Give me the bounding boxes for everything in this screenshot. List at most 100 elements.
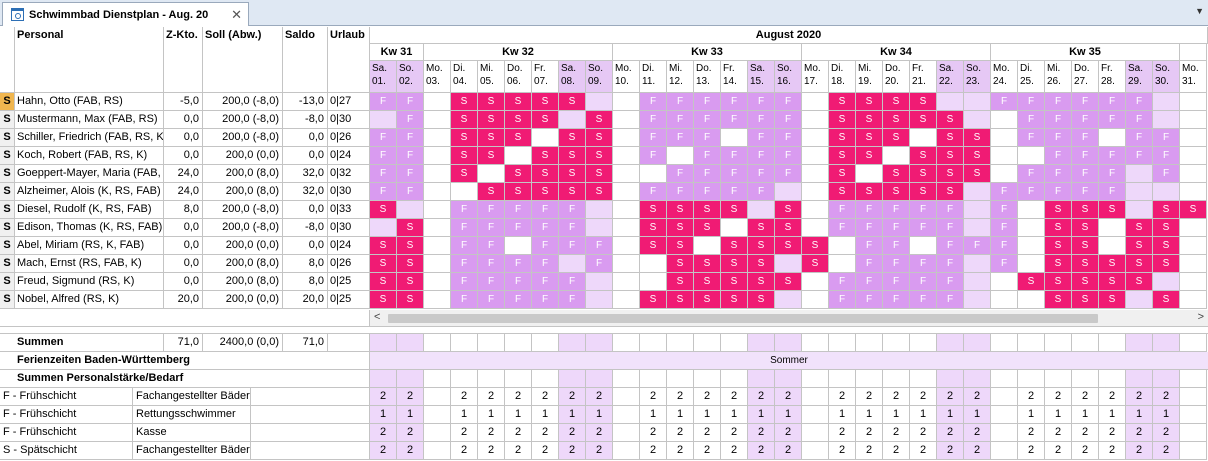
shift-cell[interactable]: F — [991, 183, 1018, 201]
shift-cell[interactable]: S — [532, 147, 559, 165]
shift-cell[interactable]: S — [451, 93, 478, 111]
header-saldo[interactable]: Saldo — [283, 27, 328, 93]
day-header[interactable]: Mi. 12. — [667, 61, 694, 93]
shift-cell[interactable] — [775, 255, 802, 273]
shift-cell[interactable]: S — [856, 147, 883, 165]
shift-cell[interactable]: S — [478, 183, 505, 201]
shift-cell[interactable]: S — [937, 147, 964, 165]
shift-cell[interactable]: S — [964, 147, 991, 165]
row-badge[interactable]: S — [0, 255, 15, 273]
shift-cell[interactable] — [1180, 273, 1207, 291]
employee-row[interactable]: S Hahn, Otto (FAB, RS) -5,0 200,0 (-8,0) -13… — [0, 93, 1208, 111]
shift-cell[interactable]: F — [1099, 165, 1126, 183]
shift-cell[interactable]: S — [478, 129, 505, 147]
employee-row[interactable]: S Koch, Robert (FAB, RS, K) 0,0 200,0 (0,0)… — [0, 147, 1208, 165]
shift-cell[interactable]: S — [937, 165, 964, 183]
row-badge[interactable]: S — [0, 237, 15, 255]
shift-cell[interactable]: S — [694, 255, 721, 273]
shift-cell[interactable] — [559, 255, 586, 273]
shift-cell[interactable] — [1018, 147, 1045, 165]
shift-cell[interactable]: F — [451, 291, 478, 309]
shift-cell[interactable]: S — [1153, 255, 1180, 273]
shift-cell[interactable]: F — [1045, 165, 1072, 183]
shift-cell[interactable]: S — [505, 183, 532, 201]
shift-cell[interactable]: S — [1153, 291, 1180, 309]
shift-cell[interactable]: S — [937, 129, 964, 147]
shift-cell[interactable]: S — [1153, 219, 1180, 237]
shift-cell[interactable]: S — [829, 93, 856, 111]
shift-cell[interactable] — [424, 273, 451, 291]
shift-cell[interactable]: S — [694, 219, 721, 237]
shift-cell[interactable]: S — [640, 201, 667, 219]
shift-cell[interactable]: S — [856, 129, 883, 147]
shift-cell[interactable]: F — [748, 165, 775, 183]
shift-cell[interactable] — [883, 147, 910, 165]
shift-cell[interactable]: F — [856, 255, 883, 273]
shift-cell[interactable]: S — [721, 255, 748, 273]
shift-cell[interactable] — [613, 129, 640, 147]
shift-cell[interactable]: F — [1153, 147, 1180, 165]
shift-cell[interactable]: S — [532, 93, 559, 111]
shift-cell[interactable]: S — [829, 129, 856, 147]
shift-cell[interactable] — [856, 165, 883, 183]
shift-cell[interactable] — [1126, 165, 1153, 183]
shift-cell[interactable]: S — [532, 183, 559, 201]
shift-cell[interactable] — [694, 237, 721, 255]
shift-cell[interactable]: S — [1072, 273, 1099, 291]
shift-cell[interactable]: S — [1045, 291, 1072, 309]
shift-cell[interactable]: F — [748, 147, 775, 165]
shift-cell[interactable] — [613, 165, 640, 183]
shift-cell[interactable]: S — [1099, 255, 1126, 273]
shift-cell[interactable] — [424, 147, 451, 165]
shift-cell[interactable]: F — [559, 201, 586, 219]
shift-cell[interactable]: F — [451, 237, 478, 255]
shift-cell[interactable]: F — [397, 129, 424, 147]
shift-cell[interactable] — [802, 129, 829, 147]
shift-cell[interactable] — [505, 237, 532, 255]
shift-cell[interactable]: F — [532, 219, 559, 237]
shift-cell[interactable]: S — [748, 237, 775, 255]
shift-cell[interactable]: F — [883, 291, 910, 309]
shift-cell[interactable]: S — [802, 255, 829, 273]
shift-cell[interactable]: F — [694, 165, 721, 183]
shift-cell[interactable]: F — [370, 165, 397, 183]
row-badge[interactable]: S — [0, 111, 15, 129]
shift-cell[interactable] — [667, 147, 694, 165]
day-header[interactable]: Sa. 22. — [937, 61, 964, 93]
employee-row[interactable]: S Alzheimer, Alois (K, RS, FAB) 24,0 200,0 … — [0, 183, 1208, 201]
shift-cell[interactable] — [1180, 291, 1207, 309]
shift-cell[interactable]: S — [829, 183, 856, 201]
shift-cell[interactable]: S — [1153, 201, 1180, 219]
shift-cell[interactable]: S — [451, 111, 478, 129]
shift-cell[interactable]: F — [478, 273, 505, 291]
shift-cell[interactable]: F — [883, 255, 910, 273]
shift-cell[interactable]: F — [937, 237, 964, 255]
shift-cell[interactable] — [1180, 147, 1207, 165]
day-header[interactable]: Do. 27. — [1072, 61, 1099, 93]
shift-cell[interactable]: S — [586, 129, 613, 147]
shift-cell[interactable]: F — [640, 147, 667, 165]
shift-cell[interactable] — [586, 291, 613, 309]
employee-name[interactable]: Diesel, Rudolf (K, RS, FAB) — [15, 201, 164, 219]
shift-cell[interactable]: F — [937, 201, 964, 219]
shift-cell[interactable]: F — [991, 201, 1018, 219]
shift-cell[interactable] — [964, 93, 991, 111]
day-header[interactable]: Do. 13. — [694, 61, 721, 93]
shift-cell[interactable] — [1099, 129, 1126, 147]
shift-cell[interactable]: S — [775, 219, 802, 237]
shift-cell[interactable] — [964, 291, 991, 309]
employee-name[interactable]: Freud, Sigmund (RS, K) — [15, 273, 164, 291]
shift-cell[interactable]: F — [478, 219, 505, 237]
shift-cell[interactable] — [1018, 237, 1045, 255]
shift-cell[interactable]: S — [775, 237, 802, 255]
shift-cell[interactable]: F — [370, 183, 397, 201]
employee-row[interactable]: S Goeppert-Mayer, Maria (FAB, 24,0 200,0 (8… — [0, 165, 1208, 183]
shift-cell[interactable]: F — [478, 201, 505, 219]
shift-cell[interactable]: S — [910, 93, 937, 111]
shift-cell[interactable]: S — [478, 93, 505, 111]
shift-cell[interactable] — [424, 201, 451, 219]
shift-cell[interactable]: F — [910, 291, 937, 309]
scroll-right-icon[interactable]: > — [1198, 311, 1204, 323]
shift-cell[interactable]: F — [559, 273, 586, 291]
shift-cell[interactable]: S — [1072, 201, 1099, 219]
